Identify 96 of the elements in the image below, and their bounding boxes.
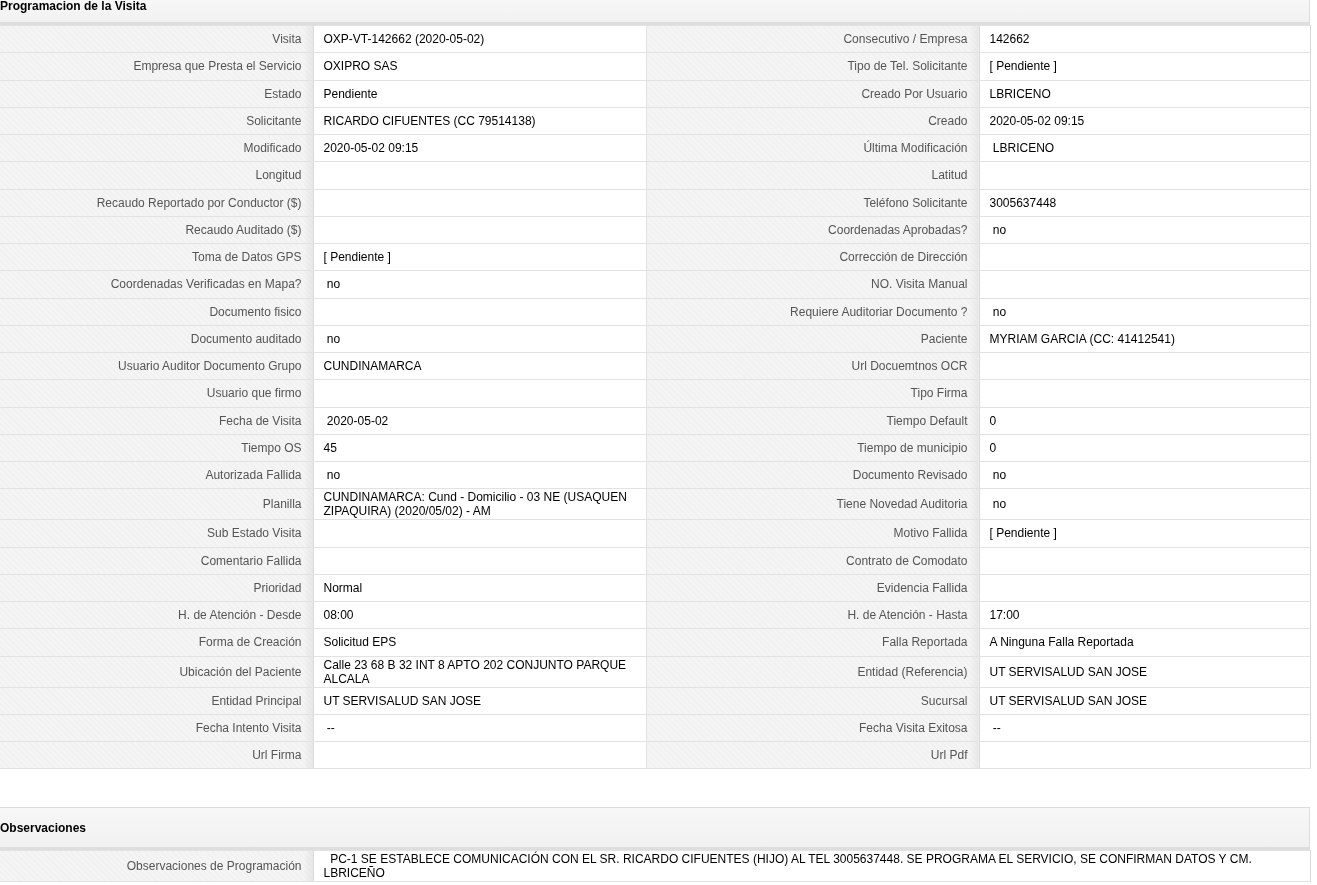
field-value: PC-1 SE ESTABLECE COMUNICACIÓN CON EL SR. RICARDO CIFUENTES (HIJO) AL TEL 3005637448. SE PROGRAMA EL SERVICIO, SE CONFIRMAN DATOS Y CM. LBRICEÑO (313, 850, 1310, 882)
field-label: Recaudo Reportado por Conductor ($) (0, 189, 313, 217)
field-value: LBRICENO (979, 134, 1310, 162)
field-label: Documento Revisado (646, 461, 979, 489)
field-label: H. de Atención - Desde (0, 601, 313, 629)
field-value: no (313, 325, 646, 353)
field-label: Sub Estado Visita (0, 519, 313, 547)
field-label: Estado (0, 80, 313, 108)
field-value: UT SERVISALUD SAN JOSE (979, 687, 1310, 715)
field-value: 142662 (979, 25, 1310, 53)
field-label: Modificado (0, 134, 313, 162)
field-value: no (979, 216, 1310, 244)
field-label: Tipo de Tel. Solicitante (646, 52, 979, 80)
field-label: Forma de Creación (0, 628, 313, 656)
field-value: CUNDINAMARCA (313, 352, 646, 380)
field-value: no (979, 298, 1310, 326)
field-value: Solicitud EPS (313, 628, 646, 656)
field-label: Tiempo de municipio (646, 434, 979, 462)
field-label: Entidad Principal (0, 687, 313, 715)
field-value: 2020-05-02 09:15 (313, 134, 646, 162)
field-label: Toma de Datos GPS (0, 243, 313, 271)
field-label: Ubicación del Paciente (0, 656, 313, 687)
field-value: 3005637448 (979, 189, 1310, 217)
field-value: [ Pendiente ] (313, 243, 646, 271)
field-label: Paciente (646, 325, 979, 353)
field-label: Documento auditado (0, 325, 313, 353)
field-value: -- (313, 714, 646, 742)
field-value: no (979, 461, 1310, 489)
field-value: [ Pendiente ] (979, 52, 1310, 80)
field-label: Tiene Novedad Auditoria (646, 488, 979, 520)
field-label: NO. Visita Manual (646, 270, 979, 298)
field-label: Última Modificación (646, 134, 979, 162)
field-label: Url Docuemtnos OCR (646, 352, 979, 380)
section-title: Programacion de la Visita (0, 0, 147, 12)
field-label: Teléfono Solicitante (646, 189, 979, 217)
field-label: Autorizada Fallida (0, 461, 313, 489)
section-title: Observaciones (0, 820, 87, 835)
field-label: Fecha Intento Visita (0, 714, 313, 742)
field-label: Corrección de Dirección (646, 243, 979, 271)
field-label: Usuario que firmo (0, 379, 313, 407)
field-label: Coordenadas Verificadas en Mapa? (0, 270, 313, 298)
field-value: 08:00 (313, 601, 646, 629)
field-value: Pendiente (313, 80, 646, 108)
field-label: Consecutivo / Empresa (646, 25, 979, 53)
field-label: Motivo Fallida (646, 519, 979, 547)
field-label: Comentario Fallida (0, 547, 313, 575)
field-label: Coordenadas Aprobadas? (646, 216, 979, 244)
field-label: Requiere Auditoriar Documento ? (646, 298, 979, 326)
field-label: Fecha Visita Exitosa (646, 714, 979, 742)
field-label: Documento fisico (0, 298, 313, 326)
field-label: Empresa que Presta el Servicio (0, 52, 313, 80)
field-value: no (979, 488, 1310, 520)
field-value: OXP-VT-142662 (2020-05-02) (313, 25, 646, 53)
field-value: 2020-05-02 (313, 407, 646, 435)
field-value: no (313, 270, 646, 298)
field-label: Url Firma (0, 741, 313, 769)
field-label: Entidad (Referencia) (646, 656, 979, 687)
field-label: Tipo Firma (646, 379, 979, 407)
field-label: Fecha de Visita (0, 407, 313, 435)
field-value: MYRIAM GARCIA (CC: 41412541) (979, 325, 1310, 353)
field-label: Planilla (0, 488, 313, 520)
field-value: Calle 23 68 B 32 INT 8 APTO 202 CONJUNTO PARQUE ALCALA (313, 656, 646, 687)
field-label: Url Pdf (646, 741, 979, 769)
field-value: UT SERVISALUD SAN JOSE (313, 687, 646, 715)
field-label: Creado (646, 107, 979, 135)
field-value: A Ninguna Falla Reportada (979, 628, 1310, 656)
field-label: Evidencia Fallida (646, 574, 979, 602)
field-label: Usuario Auditor Documento Grupo (0, 352, 313, 380)
field-label: Falla Reportada (646, 628, 979, 656)
field-value: [ Pendiente ] (979, 519, 1310, 547)
field-label: Solicitante (0, 107, 313, 135)
field-label: Recaudo Auditado ($) (0, 216, 313, 244)
field-label: Tiempo Default (646, 407, 979, 435)
field-label: Tiempo OS (0, 434, 313, 462)
field-label: Latitud (646, 161, 979, 189)
field-label: Observaciones de Programación (0, 850, 313, 882)
field-label: H. de Atención - Hasta (646, 601, 979, 629)
field-value: 17:00 (979, 601, 1310, 629)
field-value: Normal (313, 574, 646, 602)
field-value: -- (979, 714, 1310, 742)
field-label: Longitud (0, 161, 313, 189)
field-value: 0 (979, 434, 1310, 462)
field-label: Contrato de Comodato (646, 547, 979, 575)
field-label: Sucursal (646, 687, 979, 715)
field-value: 45 (313, 434, 646, 462)
field-value: UT SERVISALUD SAN JOSE (979, 656, 1310, 687)
field-label: Visita (0, 25, 313, 53)
field-value: RICARDO CIFUENTES (CC 79514138) (313, 107, 646, 135)
field-value: LBRICENO (979, 80, 1310, 108)
field-value: 0 (979, 407, 1310, 435)
field-label: Creado Por Usuario (646, 80, 979, 108)
field-value: 2020-05-02 09:15 (979, 107, 1310, 135)
field-value: CUNDINAMARCA: Cund - Domicilio - 03 NE (USAQUEN ZIPAQUIRA) (2020/05/02) - AM (313, 488, 646, 520)
field-value: no (313, 461, 646, 489)
field-value: OXIPRO SAS (313, 52, 646, 80)
field-label: Prioridad (0, 574, 313, 602)
